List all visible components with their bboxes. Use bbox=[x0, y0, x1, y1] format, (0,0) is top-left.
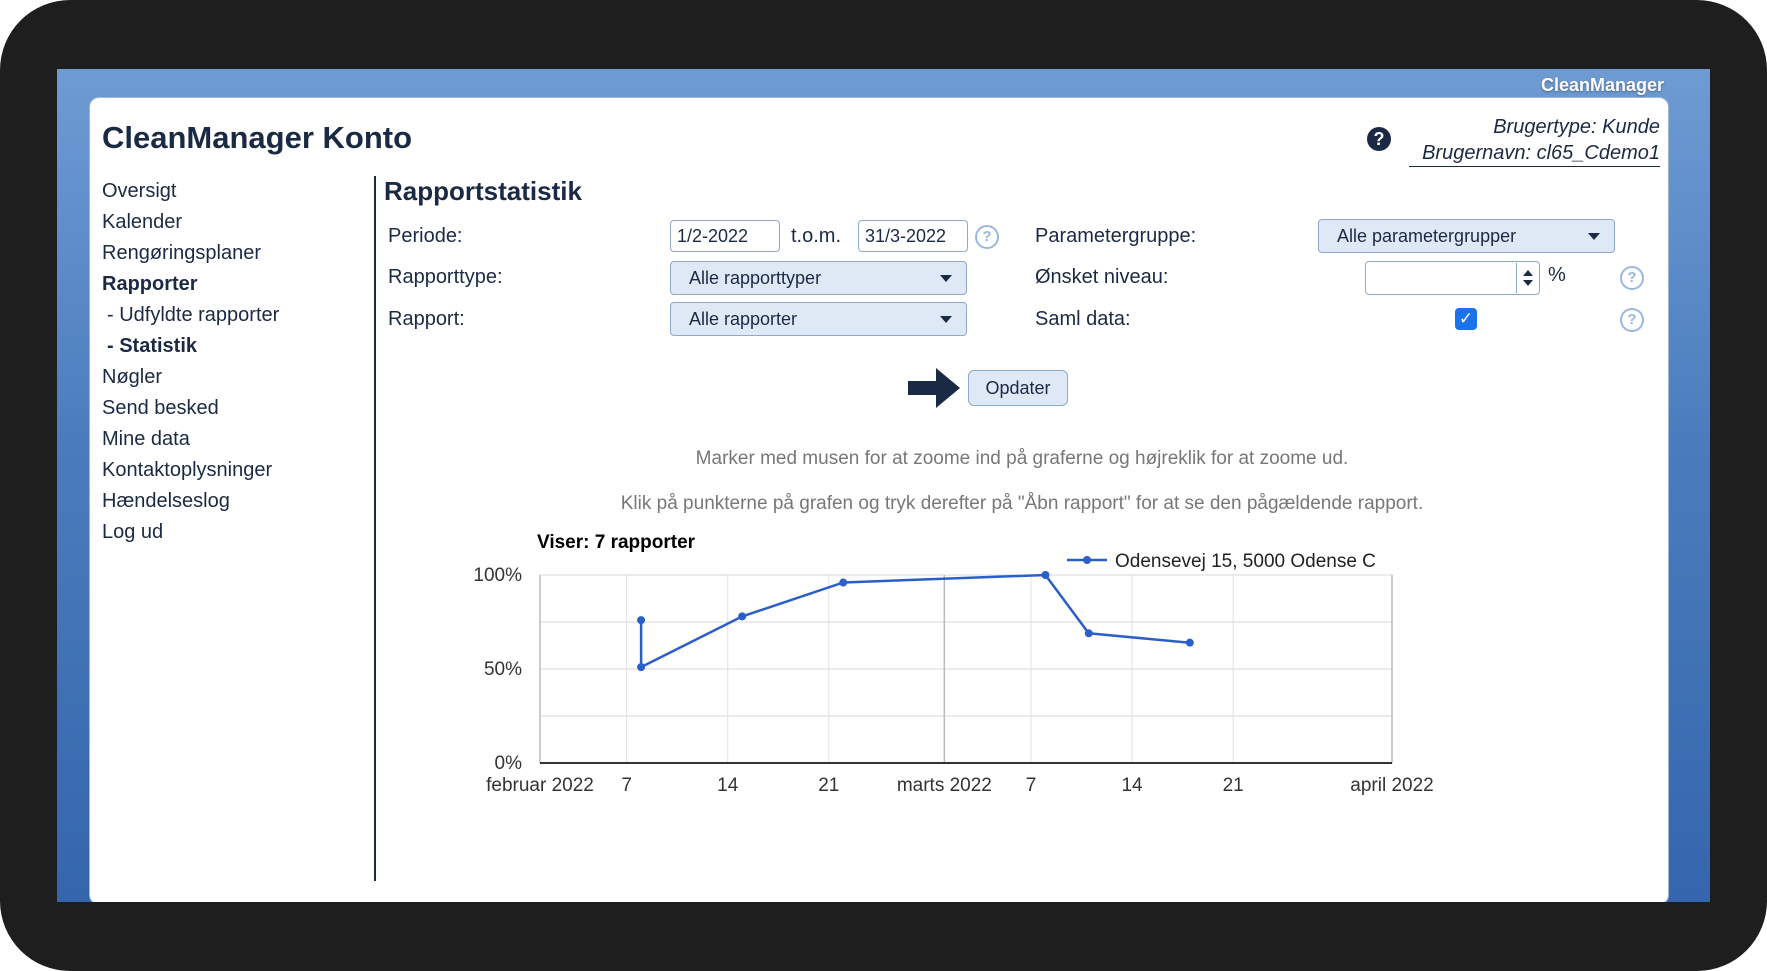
x-tick-label: 7 bbox=[621, 775, 632, 796]
x-tick-label: marts 2022 bbox=[897, 775, 992, 796]
data-point bbox=[637, 616, 646, 625]
x-tick-label: 14 bbox=[717, 775, 739, 796]
x-tick-label: 21 bbox=[1223, 775, 1244, 796]
x-tick-label: 14 bbox=[1121, 775, 1143, 796]
main-panel: CleanManager Konto ? Brugertype: Kunde B… bbox=[89, 97, 1669, 902]
app-window: CleanManager CleanManager Konto ? Bruger… bbox=[57, 69, 1710, 902]
y-tick-label: 0% bbox=[495, 753, 523, 774]
x-tick-label: februar 2022 bbox=[486, 775, 594, 796]
legend-swatch-dot bbox=[1083, 556, 1091, 564]
data-point bbox=[1185, 638, 1194, 647]
data-point bbox=[1084, 629, 1093, 638]
x-tick-label: april 2022 bbox=[1350, 775, 1433, 796]
brand-label: CleanManager bbox=[1540, 75, 1664, 95]
data-point bbox=[839, 578, 848, 587]
data-point bbox=[1041, 571, 1050, 579]
data-point bbox=[738, 612, 747, 621]
legend-label: Odensevej 15, 5000 Odense C bbox=[1115, 551, 1376, 572]
data-point bbox=[637, 663, 646, 672]
x-tick-label: 21 bbox=[818, 775, 839, 796]
line-chart[interactable]: 100% 50% 0%februar 2022 7 14 21 marts 2022 7 14 2… bbox=[90, 98, 1668, 902]
device-frame: CleanManager CleanManager Konto ? Bruger… bbox=[0, 0, 1767, 971]
x-tick-label: 7 bbox=[1026, 775, 1037, 796]
y-tick-label: 50% bbox=[484, 659, 522, 680]
y-tick-label: 100% bbox=[473, 565, 522, 586]
